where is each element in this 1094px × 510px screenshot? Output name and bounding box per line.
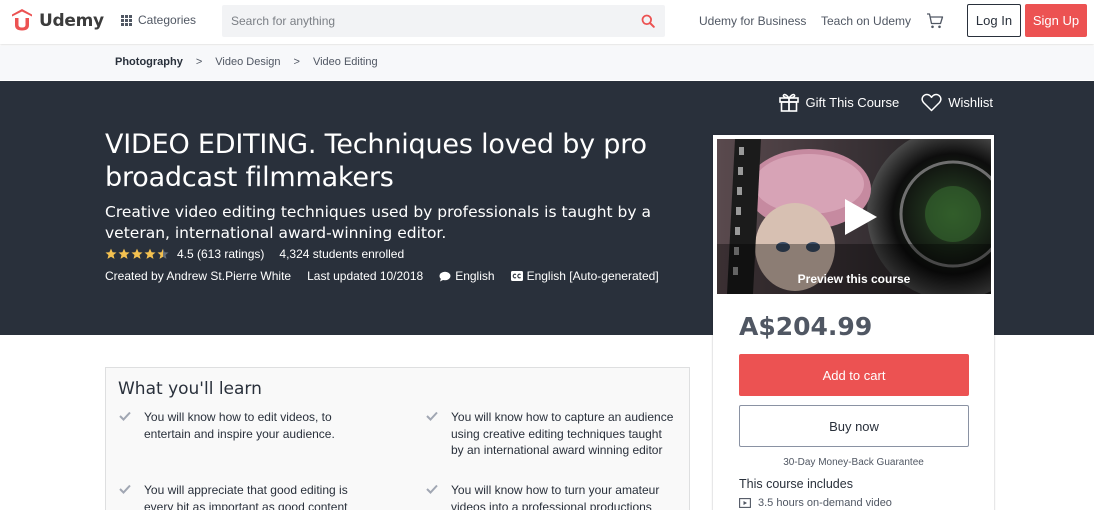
star-icon [144,248,156,259]
learn-item-text: You will know how to capture an audience… [451,410,674,457]
learn-item-text: You will appreciate that good editing is… [144,483,348,510]
hero-actions: Gift This Course Wishlist [756,92,993,112]
learn-item: You will know how to edit videos, to ent… [119,409,369,442]
breadcrumb-video-design[interactable]: Video Design [215,56,280,68]
course-captions: English [Auto-generated] [510,269,659,283]
udemy-for-business-link[interactable]: Udemy for Business [699,14,806,28]
what-you-will-learn: What you'll learn You will know how to e… [105,367,690,510]
video-icon [739,498,751,508]
instructor-line[interactable]: Created by Andrew St.Pierre White [105,269,291,283]
course-language: English [439,269,495,283]
rating-text[interactable]: 4.5 (613 ratings) [177,247,264,261]
star-icon [131,248,143,259]
signup-button[interactable]: Sign Up [1025,4,1087,37]
teach-on-udemy-link[interactable]: Teach on Udemy [821,14,911,28]
top-navigation-bar: Udemy Categories Udemy for Business Teac… [0,0,1094,44]
categories-label: Categories [138,13,197,27]
check-icon [119,484,131,494]
money-back-guarantee: 30-Day Money-Back Guarantee [783,457,924,468]
learn-item: You will know how to capture an audience… [426,409,676,459]
course-rating: 4.5 (613 ratings) 4,324 students enrolle… [105,247,404,261]
course-meta: Created by Andrew St.Pierre White Last u… [105,269,675,283]
language-text: English [455,269,495,283]
search-bar [222,5,665,37]
purchase-card: Preview this course A$204.99 Add to cart… [713,135,994,510]
logo-wordmark: Udemy [39,11,104,31]
cc-icon [510,271,523,281]
enrolled-count: 4,324 students enrolled [279,247,405,261]
search-icon[interactable] [641,14,655,28]
gift-course-button[interactable]: Gift This Course [778,92,900,112]
cart-icon[interactable] [926,12,944,30]
check-icon [426,484,438,494]
gift-icon [778,93,799,112]
wishlist-label: Wishlist [948,94,993,110]
learn-item-text: You will know how to edit videos, to ent… [144,410,335,441]
created-by-text: Created by Andrew St.Pierre White [105,269,292,283]
heart-icon [921,93,942,111]
course-subtitle: Creative video editing techniques used b… [105,203,651,242]
star-icon [157,248,169,259]
breadcrumb-separator: > [293,56,300,68]
star-icon [105,248,117,259]
course-includes-heading: This course includes [739,477,853,491]
categories-menu[interactable]: Categories [121,13,196,27]
rating-stars [105,248,170,260]
learn-item: You will know how to turn your amateur v… [426,482,676,510]
play-icon[interactable] [843,197,879,237]
check-icon [119,411,131,421]
speech-bubble-icon [439,271,451,281]
udemy-logo[interactable]: Udemy [9,8,104,34]
last-updated-text: Last updated 10/2018 [307,269,424,283]
preview-course-label: Preview this course [797,272,911,286]
captions-text: English [Auto-generated] [526,269,659,283]
includes-item: 3.5 hours on-demand video [739,497,892,509]
breadcrumb: Photography > Video Design > Video Editi… [115,56,378,68]
breadcrumb-bar: Photography > Video Design > Video Editi… [0,46,1094,80]
breadcrumb-video-editing[interactable]: Video Editing [313,56,378,68]
last-updated: Last updated 10/2018 [307,269,423,283]
search-input[interactable] [222,6,622,36]
star-icon [118,248,130,259]
login-button[interactable]: Log In [967,4,1021,37]
course-preview-video[interactable]: Preview this course [717,139,991,294]
learn-item: You will appreciate that good editing is… [119,482,369,510]
udemy-logo-icon [12,9,32,31]
breadcrumb-photography[interactable]: Photography [115,56,183,68]
check-icon [426,411,438,421]
grid-icon [121,14,132,26]
learn-heading: What you'll learn [118,379,262,399]
course-price: A$204.99 [739,312,873,341]
learn-item-text: You will know how to turn your amateur v… [451,483,660,510]
wishlist-button[interactable]: Wishlist [921,93,993,112]
add-to-cart-button[interactable]: Add to cart [739,354,969,396]
breadcrumb-separator: > [195,56,203,68]
course-title: VIDEO EDITING. Techniques loved by pro b… [105,129,647,193]
gift-course-label: Gift This Course [805,94,900,110]
buy-now-button[interactable]: Buy now [739,405,969,447]
includes-item-text: 3.5 hours on-demand video [758,497,892,509]
